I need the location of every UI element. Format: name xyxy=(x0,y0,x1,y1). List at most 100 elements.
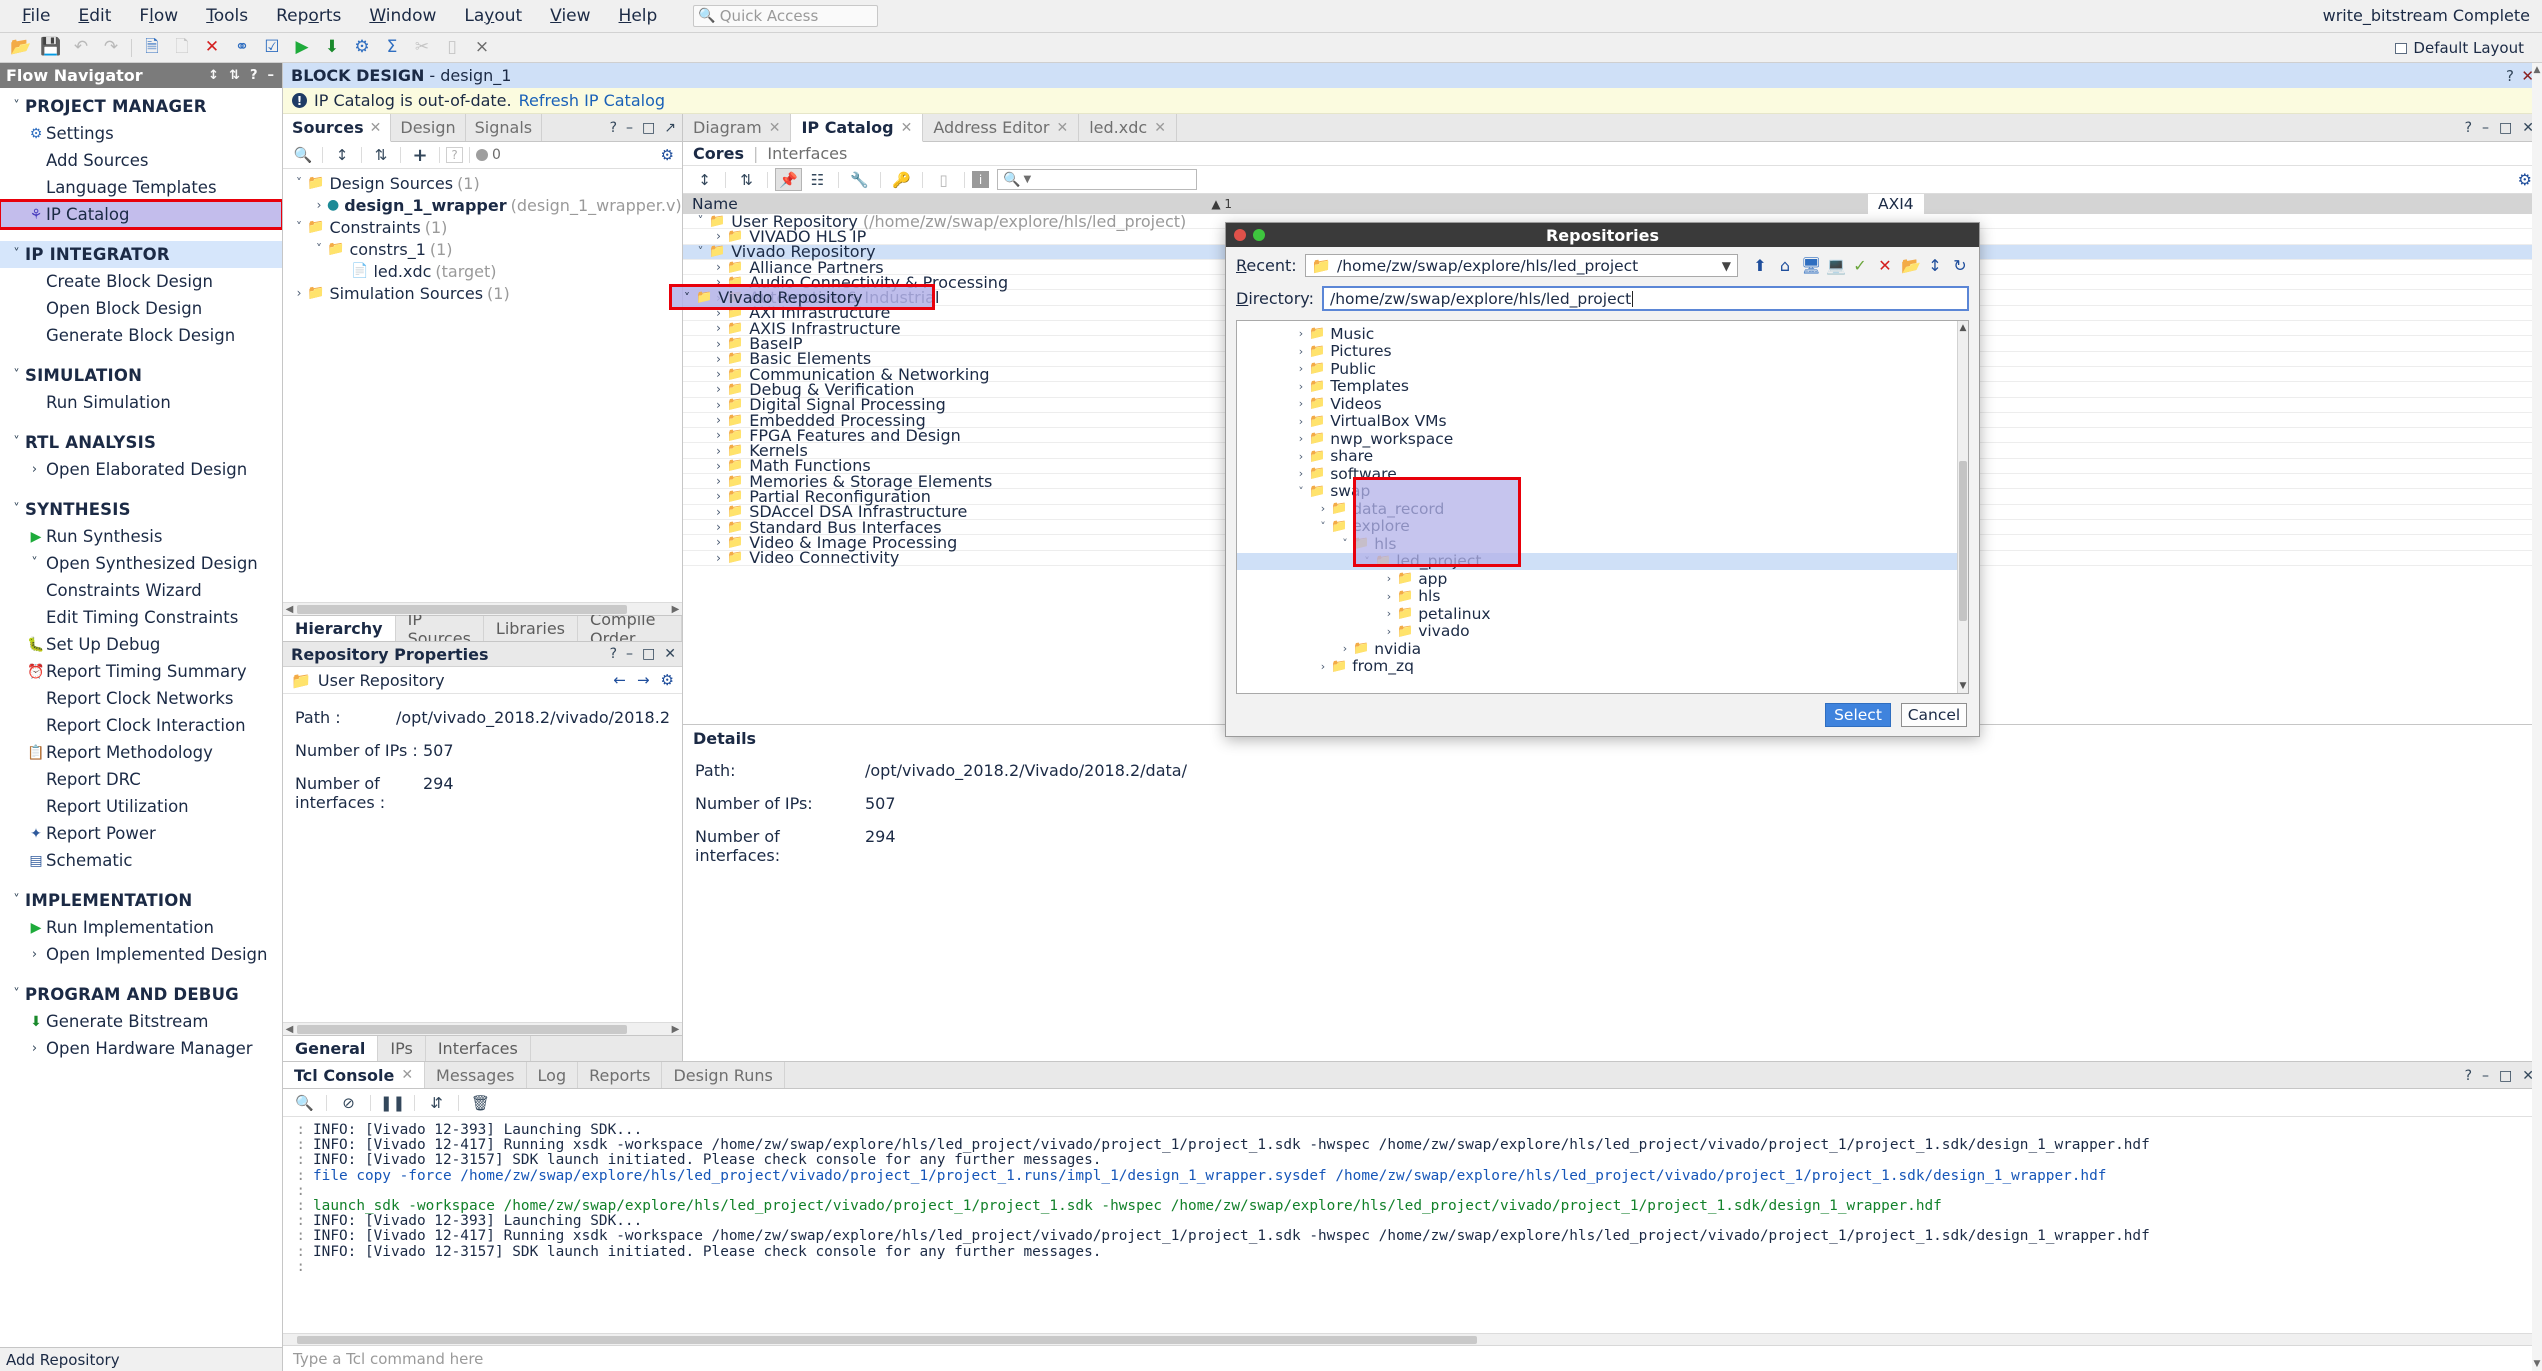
settings-gear-icon[interactable]: ⚙ xyxy=(347,35,377,61)
tree-row-design-sources[interactable]: ˅ 📁 Design Sources (1) xyxy=(283,172,682,194)
scroll-down-icon[interactable]: ▼ xyxy=(2532,1359,2542,1369)
scroll-thumb[interactable] xyxy=(1959,461,1967,621)
flow-item-settings[interactable]: ⚙ Settings xyxy=(0,120,282,147)
menu-item-window[interactable]: Window xyxy=(355,3,450,29)
maximize-icon[interactable]: □ xyxy=(642,120,655,136)
subtab-interfaces[interactable]: Interfaces xyxy=(767,144,847,163)
scroll-thumb[interactable] xyxy=(297,605,627,614)
flow-item-report-methodology[interactable]: 📋 Report Methodology xyxy=(0,739,282,766)
add-sources-icon[interactable]: + xyxy=(407,144,433,166)
tab-tcl-console[interactable]: Tcl Console ✕ xyxy=(283,1062,425,1088)
dir-row-app[interactable]: › 📁 app xyxy=(1237,570,1957,588)
dir-row-nvidia[interactable]: › 📁 nvidia xyxy=(1237,640,1957,658)
vivado-repository-label-overlay[interactable]: ˅ 📁 Vivado Repository xyxy=(684,288,863,307)
close-icon[interactable]: ✕ xyxy=(769,120,781,136)
flow-item-report-drc[interactable]: Report DRC xyxy=(0,766,282,793)
tab-address-editor[interactable]: Address Editor ✕ xyxy=(923,114,1079,141)
dir-row-templates[interactable]: › 📁 Templates xyxy=(1237,378,1957,396)
close-icon[interactable]: ✕ xyxy=(664,646,676,662)
menu-item-flow[interactable]: Flow xyxy=(125,3,192,29)
menu-item-view[interactable]: View xyxy=(536,3,604,29)
wrench-icon[interactable]: 🔧 xyxy=(846,168,873,191)
flow-item-report-clock-networks[interactable]: Report Clock Networks xyxy=(0,685,282,712)
sources-hscrollbar[interactable]: ◀ ▶ xyxy=(283,602,682,615)
tab-compile-order[interactable]: Compile Order xyxy=(578,616,682,641)
clear-icon[interactable]: ⊘ xyxy=(335,1091,362,1114)
back-icon[interactable]: ← xyxy=(613,671,626,689)
tree-row-constraints[interactable]: ˅ 📁 Constraints (1) xyxy=(283,216,682,238)
no-route-icon[interactable]: ⨯ xyxy=(467,35,497,61)
recent-combobox[interactable]: 📁 /home/zw/swap/explore/hls/led_project … xyxy=(1305,254,1738,277)
help-icon[interactable]: ? xyxy=(2465,1068,2472,1084)
cancel-button[interactable]: Cancel xyxy=(1901,703,1967,727)
dir-row-led-project[interactable]: ˅ 📁 led_project xyxy=(1237,553,1957,571)
forward-icon[interactable]: → xyxy=(637,671,650,689)
collapse-all-icon[interactable]: ↕ xyxy=(691,168,718,191)
pause-icon[interactable]: ❚❚ xyxy=(379,1091,406,1114)
tree-row-constrs-1[interactable]: ˅ 📁 constrs_1 (1) xyxy=(283,238,682,260)
close-icon[interactable]: ✕ xyxy=(370,120,382,136)
desktop-add-icon[interactable]: 🖥 xyxy=(1801,256,1819,275)
minimize-icon[interactable]: – xyxy=(626,646,633,662)
close-x-icon[interactable]: ✕ xyxy=(197,35,227,61)
scroll-up-icon[interactable]: ▲ xyxy=(2532,65,2542,75)
scroll-right-icon[interactable]: ▶ xyxy=(669,603,682,616)
close-icon[interactable]: ✕ xyxy=(1057,120,1069,136)
dir-row-vivado[interactable]: › 📁 vivado xyxy=(1237,623,1957,641)
console-hscrollbar[interactable] xyxy=(283,1333,2542,1345)
flow-item-create-block-design[interactable]: Create Block Design xyxy=(0,268,282,295)
close-icon[interactable]: ✕ xyxy=(401,1067,413,1083)
filter-icon[interactable]: ✓ xyxy=(1851,256,1869,275)
copy-icon[interactable]: 🗋 xyxy=(167,35,197,61)
tab-ips[interactable]: IPs xyxy=(378,1036,425,1061)
tab-libraries[interactable]: Libraries xyxy=(484,616,578,641)
collapse-icon[interactable]: ↕ xyxy=(1926,256,1944,275)
dir-row-public[interactable]: › 📁 Public xyxy=(1237,360,1957,378)
collapse-icon[interactable]: ↕ xyxy=(206,68,221,83)
tab-diagram[interactable]: Diagram ✕ xyxy=(683,114,791,141)
flow-item-ip-catalog[interactable]: ⚘ IP Catalog xyxy=(0,201,282,228)
delete-x-icon[interactable]: ✕ xyxy=(1876,256,1894,275)
flow-section-ip-integrator[interactable]: ˅ IP INTEGRATOR xyxy=(0,241,282,268)
home-icon[interactable]: ⌂ xyxy=(1776,256,1794,275)
tab-hierarchy[interactable]: Hierarchy xyxy=(283,616,396,641)
flow-item-generate-bitstream[interactable]: ⬇ Generate Bitstream xyxy=(0,1008,282,1035)
flow-section-project-manager[interactable]: ˅ PROJECT MANAGER xyxy=(0,93,282,120)
tab-log[interactable]: Log xyxy=(527,1062,579,1088)
tree-row-simulation-sources[interactable]: › 📁 Simulation Sources (1) xyxy=(283,282,682,304)
expand-icon[interactable]: ⇅ xyxy=(227,68,242,83)
search-icon[interactable]: 🔍 xyxy=(291,1091,318,1114)
chip-icon[interactable]: ▯ xyxy=(930,168,957,191)
menu-item-reports[interactable]: Reports xyxy=(262,3,355,29)
binoculars-icon[interactable]: ⚭ xyxy=(227,35,257,61)
scroll-icon[interactable]: ⇵ xyxy=(423,1091,450,1114)
dir-row-videos[interactable]: › 📁 Videos xyxy=(1237,395,1957,413)
menu-item-layout[interactable]: Layout xyxy=(450,3,536,29)
sort-ascending-icon[interactable]: ▲ 1 xyxy=(1211,197,1232,211)
tab-design-runs[interactable]: Design Runs xyxy=(662,1062,784,1088)
subtab-cores[interactable]: Cores xyxy=(693,144,744,163)
ip-search-input[interactable]: 🔍 ▼ xyxy=(997,169,1197,190)
scroll-right-icon[interactable]: ▶ xyxy=(669,1023,682,1036)
dir-row-from-zq[interactable]: › 📁 from_zq xyxy=(1237,658,1957,676)
refresh-icon[interactable]: ↻ xyxy=(1951,256,1969,275)
flow-item-run-simulation[interactable]: Run Simulation xyxy=(0,389,282,416)
report-icon[interactable]: 🗎 xyxy=(137,35,167,61)
dir-row-hls-sub[interactable]: › 📁 hls xyxy=(1237,588,1957,606)
close-dot-icon[interactable] xyxy=(1234,229,1246,241)
open-folder-icon[interactable]: 📂 xyxy=(6,35,36,61)
flow-section-rtl-analysis[interactable]: ˅ RTL ANALYSIS xyxy=(0,429,282,456)
menu-item-help[interactable]: Help xyxy=(605,3,672,29)
collapse-all-icon[interactable]: ↕ xyxy=(329,144,355,166)
flow-section-simulation[interactable]: ˅ SIMULATION xyxy=(0,362,282,389)
help-icon[interactable]: ? xyxy=(248,68,260,83)
directory-input[interactable]: /home/zw/swap/explore/hls/led_project xyxy=(1322,286,1969,311)
dir-row-explore[interactable]: ˅ 📁 explore xyxy=(1237,518,1957,536)
flow-item-language-templates[interactable]: Language Templates xyxy=(0,174,282,201)
maximize-icon[interactable]: □ xyxy=(2499,1068,2512,1084)
dir-row-petalinux[interactable]: › 📁 petalinux xyxy=(1237,605,1957,623)
tab-interfaces[interactable]: Interfaces xyxy=(426,1036,531,1061)
help-icon[interactable]: ? xyxy=(610,120,617,136)
tab-ip-catalog[interactable]: IP Catalog ✕ xyxy=(791,114,923,142)
repoprops-hscrollbar[interactable]: ◀ ▶ xyxy=(283,1022,682,1035)
